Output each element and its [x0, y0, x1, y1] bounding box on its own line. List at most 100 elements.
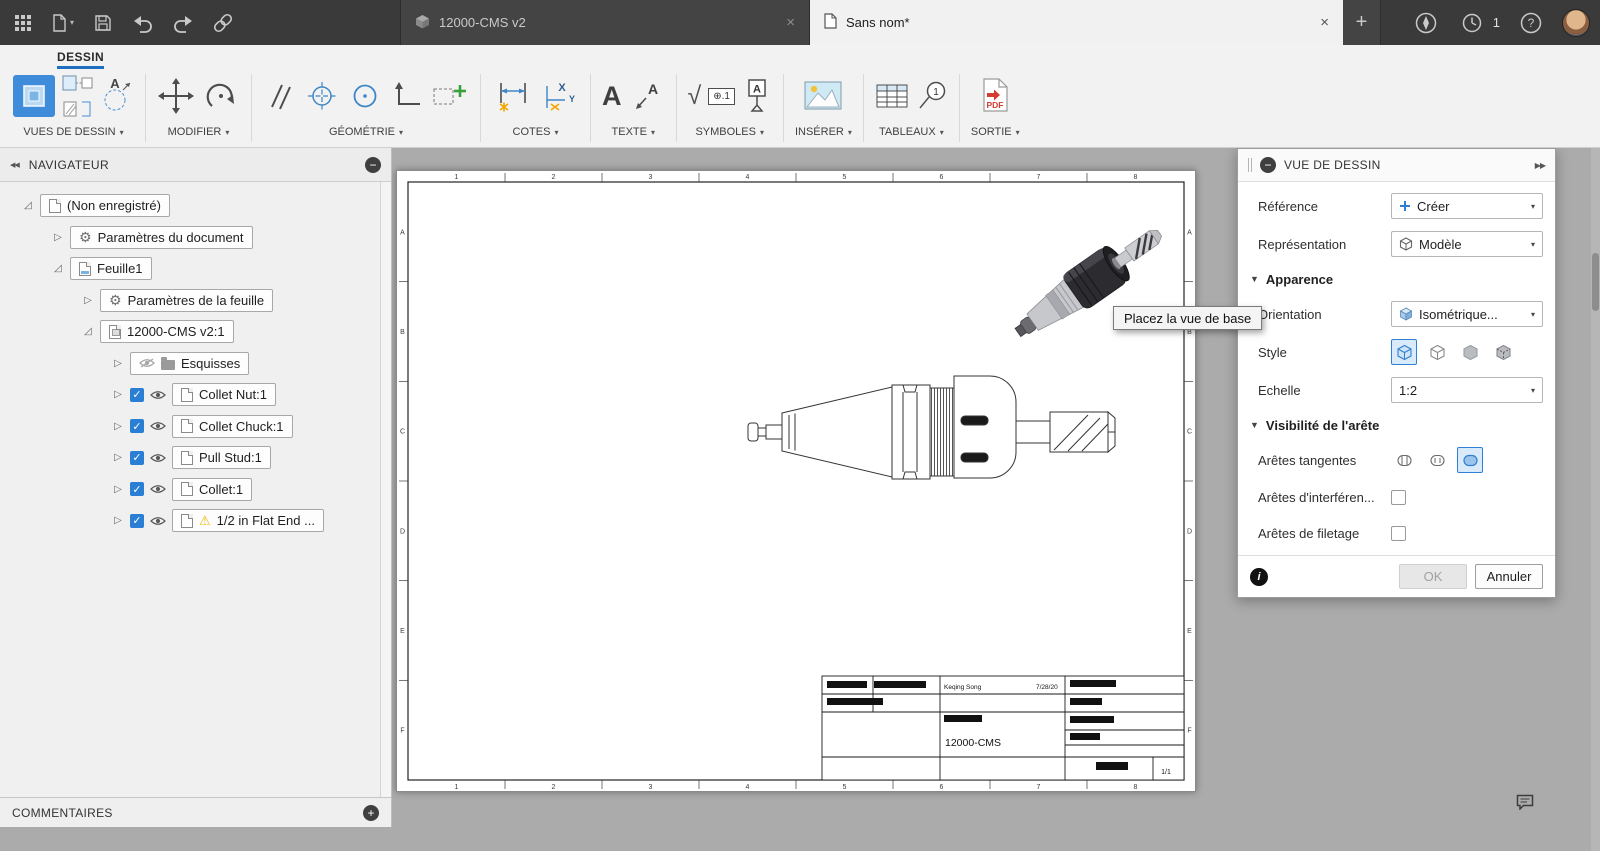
tangent-edges-off-button[interactable]	[1457, 447, 1483, 473]
redo-button[interactable]	[168, 0, 198, 45]
ordinate-dimension-tool[interactable]: XY	[539, 78, 579, 114]
group-label-sortie[interactable]: SORTIE ▾	[971, 126, 1020, 138]
navigator-item[interactable]: ▷ ✓ Collet Chuck:1	[0, 411, 379, 443]
new-tab-button[interactable]: +	[1343, 0, 1381, 45]
info-icon[interactable]: i	[1250, 567, 1268, 586]
section-visibilite-arete[interactable]: ▼ Visibilité de l'arête	[1238, 409, 1555, 441]
navigator-item[interactable]: ▷ ✓ Collet:1	[0, 474, 379, 506]
tangent-edges-full-button[interactable]	[1391, 447, 1417, 473]
group-label-inserer[interactable]: INSÉRER ▾	[795, 126, 852, 138]
app-grid-icon[interactable]	[8, 0, 38, 45]
extensions-compass-icon[interactable]	[1411, 0, 1441, 45]
leader-text-tool[interactable]: A	[629, 80, 665, 112]
projected-view-tool[interactable]	[62, 71, 94, 95]
navigator-item[interactable]: ▷ Esquisses	[0, 348, 379, 380]
base-view-tool[interactable]	[13, 75, 55, 117]
navigator-item-label[interactable]: ⚙ Paramètres du document	[70, 225, 253, 249]
dialog-header[interactable]: − VUE DE DESSIN ▶▶	[1238, 149, 1555, 182]
navigator-item[interactable]: ▷ ⚙ Paramètres de la feuille	[0, 285, 379, 317]
navigator-item[interactable]: ▷ ✓ Pull Stud:1	[0, 442, 379, 474]
navigator-item-label[interactable]: Collet Nut:1	[172, 383, 276, 407]
expand-tree-icon[interactable]: ▷	[82, 295, 94, 306]
expand-tree-icon[interactable]: ▷	[112, 452, 124, 463]
document-tab-active[interactable]: Sans nom* ×	[810, 0, 1343, 45]
job-status-clock-icon[interactable]	[1457, 0, 1487, 45]
minimize-navigator-icon[interactable]: −	[365, 156, 381, 173]
navigator-item-label[interactable]: ⚠ 1/2 in Flat End ...	[172, 509, 324, 533]
visibility-checkbox[interactable]: ✓	[130, 419, 144, 434]
minimize-dialog-icon[interactable]: −	[1260, 157, 1276, 173]
center-mark-tool[interactable]	[304, 78, 340, 114]
navigator-item-label[interactable]: Pull Stud:1	[172, 446, 271, 470]
group-label-modifier[interactable]: MODIFIER ▾	[168, 126, 230, 138]
balloon-tool[interactable]: 1	[916, 80, 948, 112]
file-menu-button[interactable]: ▾	[48, 0, 78, 45]
ok-button[interactable]: OK	[1399, 564, 1467, 589]
eye-icon[interactable]	[150, 516, 166, 526]
visibility-checkbox[interactable]: ✓	[130, 513, 144, 528]
reference-dropdown[interactable]: Créer ▾	[1391, 193, 1543, 219]
navigator-scrollbar[interactable]	[380, 182, 391, 797]
datum-identifier-tool[interactable]: A	[742, 77, 772, 115]
close-tab-icon[interactable]: ×	[786, 14, 795, 31]
drawing-sheet[interactable]: 1122334455667788A AB BC CD DE EF F Keqin…	[396, 170, 1196, 792]
table-tool[interactable]	[875, 82, 909, 110]
scrollbar-thumb[interactable]	[1592, 253, 1599, 311]
comments-bar[interactable]: COMMENTAIRES +	[0, 797, 391, 827]
style-wireframe-button[interactable]	[1424, 339, 1450, 365]
detail-view-tool[interactable]: A	[98, 72, 134, 120]
group-label-texte[interactable]: TEXTE ▾	[612, 126, 655, 138]
navigator-item-label[interactable]: 12000-CMS v2:1	[100, 320, 234, 344]
visibility-checkbox[interactable]: ✓	[130, 482, 144, 497]
navigator-item[interactable]: ◿ 12000-CMS v2:1	[0, 316, 379, 348]
collapse-tree-icon[interactable]: ◿	[82, 326, 94, 337]
eye-icon[interactable]	[150, 421, 166, 431]
collapse-tree-icon[interactable]: ◿	[22, 200, 34, 211]
feature-control-frame-tool[interactable]: ⊕.1	[708, 87, 735, 105]
group-label-vues-de-dessin[interactable]: VUES DE DESSIN ▾	[23, 126, 123, 138]
expand-tree-icon[interactable]: ▷	[112, 484, 124, 495]
navigator-item[interactable]: ▷ ✓ ⚠ 1/2 in Flat End ...	[0, 505, 379, 537]
group-label-symboles[interactable]: SYMBOLES ▾	[695, 126, 764, 138]
navigator-item-label[interactable]: Collet Chuck:1	[172, 414, 293, 438]
expand-tree-icon[interactable]: ▷	[112, 389, 124, 400]
navigator-item-label[interactable]: Collet:1	[172, 477, 253, 501]
document-tab-inactive[interactable]: 12000-CMS v2 ×	[400, 0, 810, 45]
group-label-geometrie[interactable]: GÉOMÉTRIE ▾	[329, 126, 403, 138]
visibility-checkbox[interactable]: ✓	[130, 387, 144, 402]
share-link-icon[interactable]	[208, 0, 238, 45]
representation-dropdown[interactable]: Modèle ▾	[1391, 231, 1543, 257]
navigator-item-label[interactable]: ⚙ Paramètres de la feuille	[100, 288, 274, 312]
expand-tree-icon[interactable]: ▷	[112, 421, 124, 432]
rotate-tool[interactable]	[202, 77, 240, 115]
navigator-item[interactable]: ◿ Feuille1	[0, 253, 379, 285]
navigator-item-label[interactable]: (Non enregistré)	[40, 194, 170, 218]
parallel-constraint-tool[interactable]	[263, 79, 297, 113]
eye-icon[interactable]	[150, 484, 166, 494]
add-comment-icon[interactable]: +	[363, 804, 379, 821]
style-shaded-edges-button[interactable]	[1391, 339, 1417, 365]
circle-tool[interactable]	[347, 78, 383, 114]
interference-edges-checkbox[interactable]	[1391, 489, 1406, 505]
expand-dialog-icon[interactable]: ▶▶	[1535, 161, 1546, 170]
edge-extend-tool[interactable]	[390, 79, 424, 113]
collapse-panel-icon[interactable]: ◀◀	[10, 161, 20, 169]
save-button[interactable]	[88, 0, 118, 45]
navigator-item[interactable]: ▷ ✓ Collet Nut:1	[0, 379, 379, 411]
text-tool[interactable]: A	[602, 82, 622, 110]
navigator-item-label[interactable]: Esquisses	[130, 351, 250, 375]
project-geometry-tool[interactable]	[431, 79, 469, 113]
thread-edges-checkbox[interactable]	[1391, 525, 1406, 541]
expand-tree-icon[interactable]: ▷	[112, 358, 124, 369]
canvas-scrollbar[interactable]	[1591, 148, 1600, 851]
dimension-tool[interactable]	[492, 78, 532, 114]
navigator-item[interactable]: ▷ ⚙ Paramètres du document	[0, 222, 379, 254]
section-view-tool[interactable]	[62, 97, 94, 121]
surface-finish-tool[interactable]: √	[688, 83, 702, 109]
close-tab-icon[interactable]: ×	[1320, 14, 1329, 31]
user-avatar[interactable]	[1562, 8, 1590, 37]
group-label-cotes[interactable]: COTES ▾	[513, 126, 559, 138]
eye-icon[interactable]	[150, 390, 166, 400]
section-apparence[interactable]: ▼ Apparence	[1238, 263, 1555, 295]
move-tool[interactable]	[157, 77, 195, 115]
